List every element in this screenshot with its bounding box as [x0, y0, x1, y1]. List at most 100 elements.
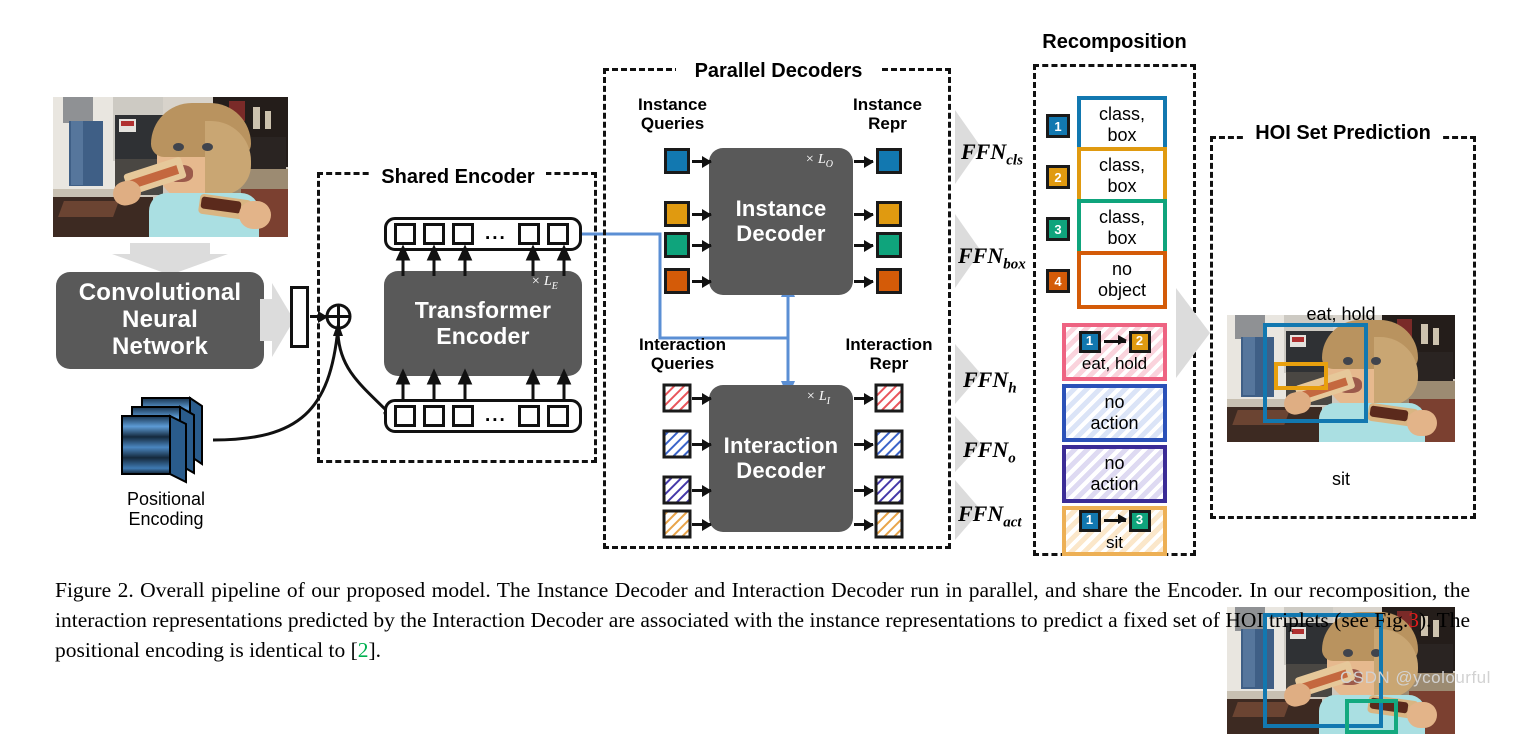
instance-repr-line-2: Repr [868, 113, 907, 133]
interaction-repr-line-2: Repr [869, 353, 909, 373]
recomposition-instance-card-3: class, box [1077, 199, 1167, 257]
cnn-line-3: Network [111, 332, 209, 360]
instance-decoder-line-1: Instance [735, 195, 827, 221]
instance-repr-label: Instance Repr [840, 95, 935, 133]
token [546, 405, 569, 427]
pe-line-1: Positional [126, 489, 206, 509]
instance-query-4 [664, 268, 690, 294]
recomposition-instance-3-line-2: box [1107, 228, 1137, 248]
arrow-interaction-query-1 [692, 392, 712, 405]
instance-decoder-repeat-label: × LO [805, 152, 833, 170]
interaction-3-line-2: action [1090, 474, 1139, 494]
recomposition-instance-index-2: 2 [1046, 165, 1070, 189]
interaction-repeat-sub: I [826, 395, 831, 407]
interaction-3-line-1: no [1104, 453, 1125, 474]
instance-query-1 [664, 148, 690, 174]
ffn-box-name: FFN [958, 243, 1004, 268]
arrow-interaction-repr-4 [854, 518, 874, 531]
interaction-4-relation-arrow [1103, 514, 1127, 525]
ffn-cls-sub: cls [1006, 152, 1023, 169]
interaction-1-label: eat, hold [1081, 353, 1148, 373]
caption-ref-2: 2 [357, 638, 369, 662]
token [394, 223, 416, 245]
cnn-line-2: Neural [122, 306, 198, 334]
instance-queries-label: Instance Queries [620, 95, 725, 133]
interaction-4-label: sit [1106, 532, 1123, 552]
arrow-image-to-cnn [112, 243, 228, 275]
instance-query-3 [664, 232, 690, 258]
encoder-output-dots: ... [485, 223, 507, 244]
token [517, 405, 540, 427]
interaction-decoder-block: Interaction Decoder [709, 385, 853, 532]
interaction-queries-line-1: Interaction [639, 335, 726, 354]
hoi-result-caption-1: eat, hold [1306, 304, 1376, 324]
ffn-act-sub: act [1003, 514, 1022, 531]
interaction-queries-label: Interaction Queries [620, 335, 745, 373]
pe-line-2: Encoding [128, 508, 204, 529]
hoi-result-2-object-box [1345, 699, 1398, 734]
arrow-interaction-repr-1 [854, 392, 874, 405]
hoi-result-image-1 [1227, 315, 1455, 442]
instance-repr-4 [876, 268, 902, 294]
interaction-1-subject: 1 [1078, 330, 1101, 353]
recomposition-instance-card-1: class, box [1077, 96, 1167, 154]
interaction-1-object: 2 [1128, 330, 1151, 353]
hoi-result-1-object-box [1274, 362, 1328, 390]
interaction-4-object: 3 [1128, 509, 1151, 532]
recomposition-instance-card-2: class, box [1077, 147, 1167, 205]
recomposition-instance-4-line-2: object [1097, 280, 1147, 300]
token [517, 223, 540, 245]
encoder-input-tokens: ... [384, 399, 582, 433]
ffn-box-label: FFNbox [958, 243, 1026, 273]
instance-query-2 [664, 201, 690, 227]
ffn-cls-name: FFN [961, 139, 1007, 164]
arrow-instance-repr-3 [854, 239, 874, 252]
interaction-repr-label: Interaction Repr [830, 335, 948, 373]
recomposition-instance-card-4: no object [1077, 251, 1167, 309]
token [394, 405, 416, 427]
hoi-result-caption-2: sit [1332, 469, 1350, 489]
token [452, 405, 474, 427]
recomposition-instance-index-3: 3 [1046, 217, 1070, 241]
ffn-h-name: FFN [963, 367, 1009, 392]
interaction-4-subject: 1 [1078, 509, 1101, 532]
recomposition-instance-1-line-2: box [1107, 125, 1137, 145]
token [452, 223, 474, 245]
parallel-decoders-title: Parallel Decoders [694, 60, 863, 82]
recomposition-instance-3-line-1: class, [1098, 207, 1145, 228]
instance-repr-2 [876, 201, 902, 227]
ffn-act-name: FFN [958, 501, 1004, 526]
ffn-cls-label: FFNcls [961, 139, 1023, 169]
shared-encoder-title: Shared Encoder [381, 166, 535, 188]
interaction-2-line-1: no [1104, 392, 1125, 413]
interaction-decoder-repeat-label: × LI [806, 389, 830, 407]
watermark: CSDN @ycolourful [1340, 668, 1491, 687]
recomposition-interaction-card-2: no action [1062, 384, 1167, 442]
cnn-line-1: Convolutional [78, 279, 242, 307]
arrow-instance-query-1 [692, 155, 712, 168]
encoder-output-tokens: ... [384, 217, 582, 251]
caption-part-3: ]. [368, 638, 382, 662]
interaction-repr-line-1: Interaction [845, 335, 933, 354]
interaction-1-relation-arrow [1103, 335, 1127, 346]
ffn-h-label: FFNh [963, 367, 1017, 397]
interaction-decoder-line-2: Decoder [736, 457, 826, 483]
arrow-instance-repr-2 [854, 208, 874, 221]
recomposition-interaction-card-3: no action [1062, 445, 1167, 503]
arrow-cnn-to-features [260, 283, 294, 358]
recomposition-instance-4-line-1: no [1111, 259, 1133, 280]
token [546, 223, 569, 245]
token [423, 223, 445, 245]
ffn-o-name: FFN [963, 437, 1009, 462]
instance-repeat-text: × L [805, 152, 826, 167]
arrow-recomposition-to-prediction [1176, 288, 1210, 378]
figure-caption: Figure 2. Overall pipeline of our propos… [55, 575, 1470, 665]
caption-ref-1: 3 [1408, 608, 1419, 632]
instance-queries-line-1: Instance [638, 95, 707, 114]
instance-repeat-sub: O [825, 158, 833, 170]
instance-repr-line-1: Instance [853, 95, 922, 114]
recomposition-instance-1-line-1: class, [1098, 104, 1145, 125]
positional-encoding-icon [118, 396, 214, 486]
caption-part-1: Figure 2. Overall pipeline of our propos… [55, 578, 1470, 632]
cnn-block: Convolutional Neural Network [56, 272, 264, 369]
